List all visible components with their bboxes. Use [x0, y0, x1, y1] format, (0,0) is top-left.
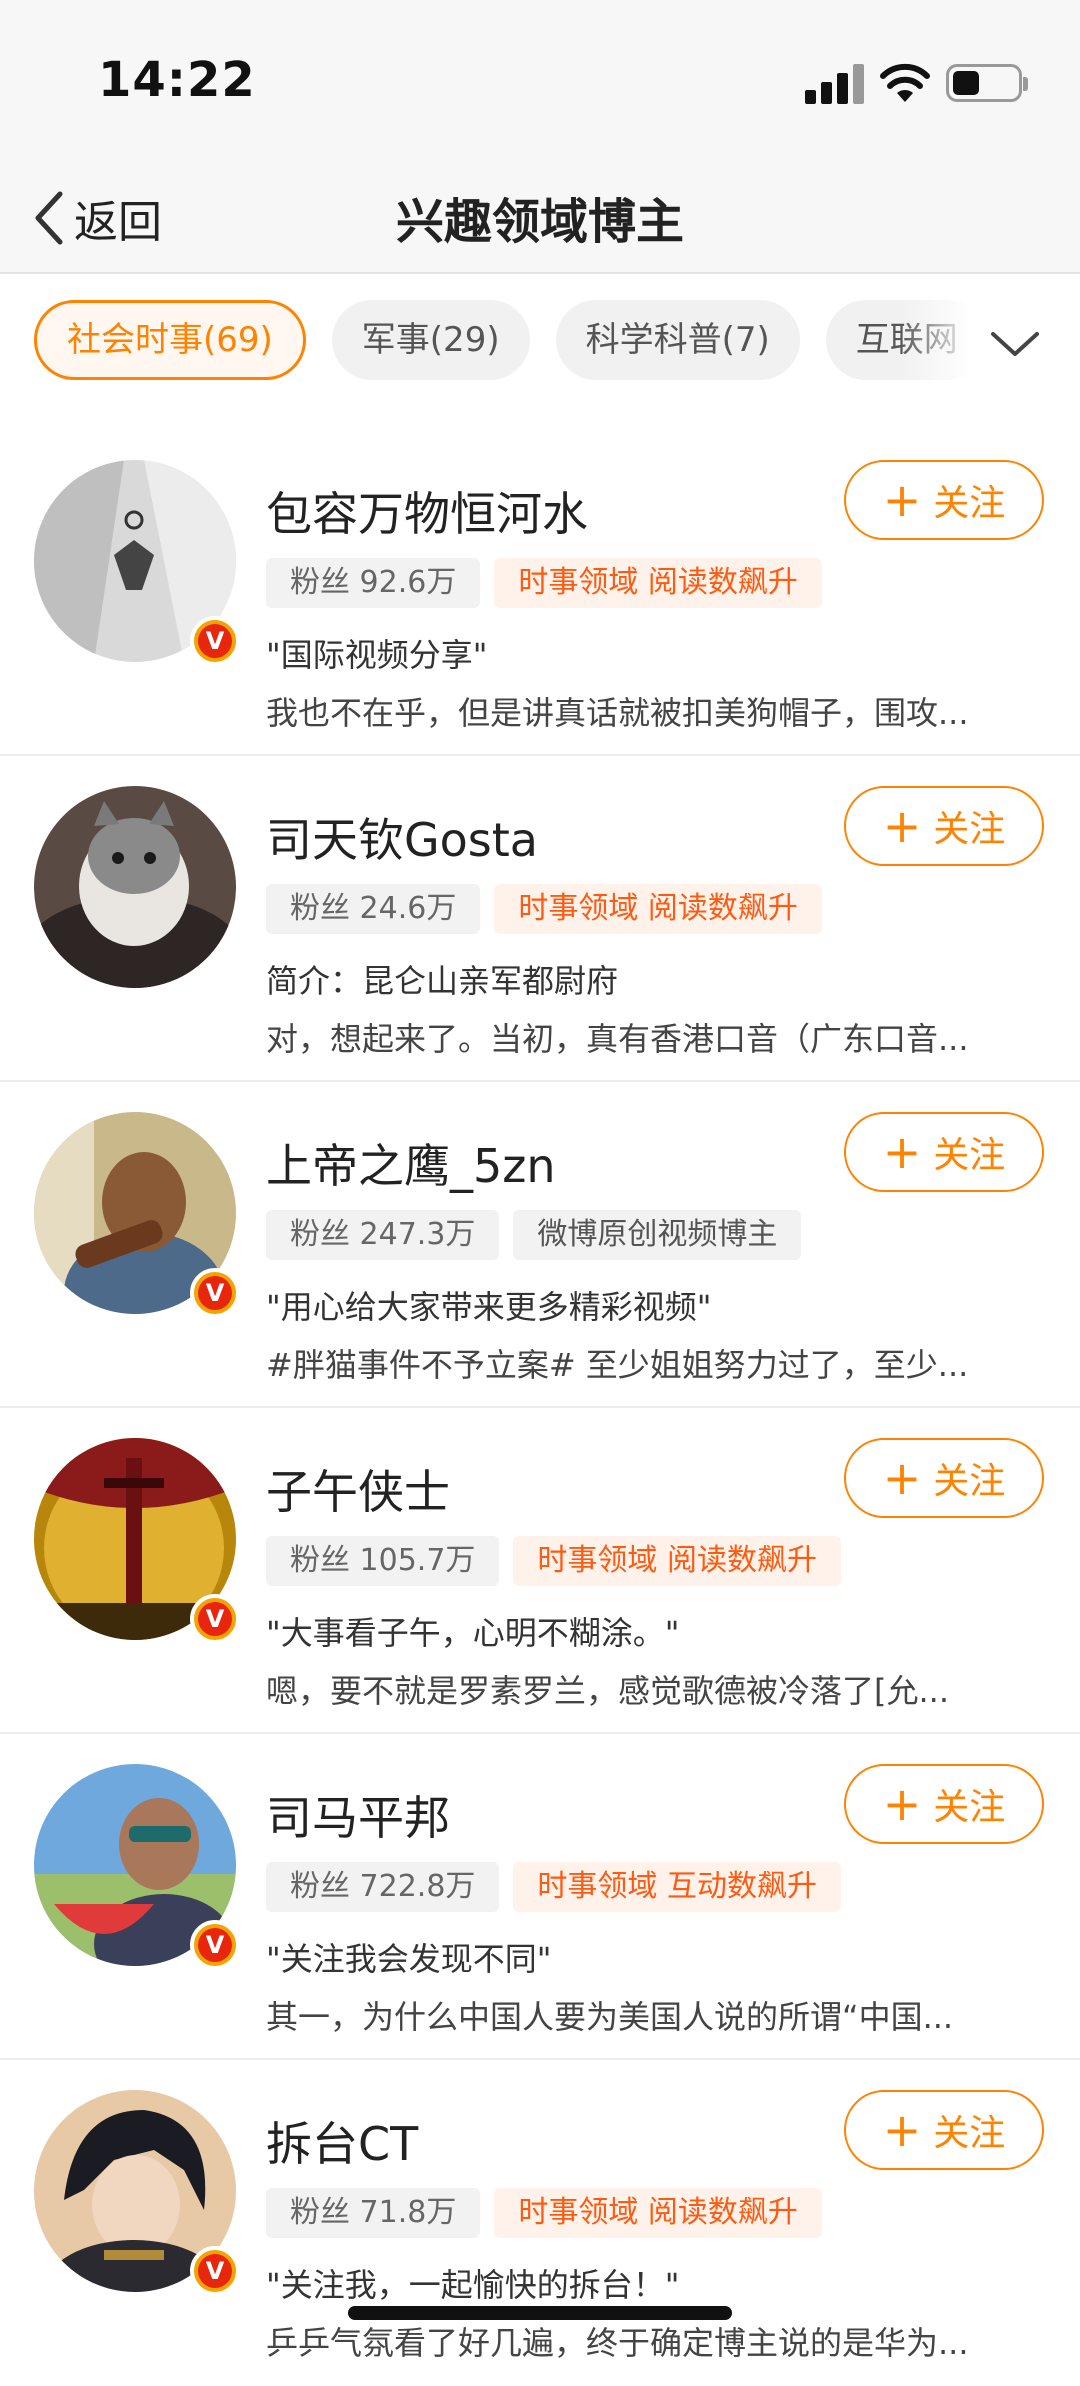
user-tags: 粉丝 105.7万 时事领域 阅读数飙升 — [266, 1536, 855, 1586]
user-bio: 简介：昆仑山亲军都尉府 — [266, 962, 619, 1000]
user-name[interactable]: 包容万物恒河水 — [266, 478, 588, 544]
filter-chip-science[interactable]: 科学科普(7) — [555, 300, 800, 380]
user-tags: 粉丝 247.3万 微博原创视频博主 — [266, 1210, 815, 1260]
latest-post-preview[interactable]: 对，想起来了。当初，真有香港口音（广东口音... — [266, 1014, 1046, 1060]
follow-label: 关注 — [933, 1135, 1006, 1176]
filter-chip-list: 社会时事(69)军事(29)科学科普(7)互联网 — [34, 300, 970, 384]
follow-button[interactable]: + 关注 — [844, 786, 1044, 866]
follow-label: 关注 — [933, 483, 1006, 524]
user-tags: 粉丝 722.8万 时事领域 互动数飙升 — [266, 1862, 855, 1912]
plus-icon: + — [882, 1451, 922, 1505]
user-bio: "国际视频分享" — [266, 636, 488, 674]
list-item[interactable]: V 拆台CT + 关注 粉丝 71.8万 时事领域 阅读数飙升 "关注我，一起愉快… — [0, 2060, 1080, 2386]
verified-badge-icon: V — [190, 2246, 240, 2296]
domain-tag: 时事领域 阅读数飙升 — [513, 1536, 841, 1586]
latest-post-preview[interactable]: 嗯，要不就是罗素罗兰，感觉歌德被冷落了[允... — [266, 1666, 1046, 1712]
wifi-icon — [880, 63, 930, 102]
fans-count-tag: 粉丝 105.7万 — [266, 1536, 500, 1586]
user-bio: "大事看子午，心明不糊涂。" — [266, 1614, 680, 1652]
home-indicator[interactable] — [348, 2306, 732, 2320]
fans-count-tag: 粉丝 71.8万 — [266, 2188, 481, 2238]
list-item[interactable]: V 上帝之鹰_5zn + 关注 粉丝 247.3万 微博原创视频博主 "用心给大家… — [0, 1082, 1080, 1408]
user-name[interactable]: 司马平邦 — [266, 1782, 450, 1848]
fans-count-tag: 粉丝 24.6万 — [266, 884, 481, 934]
plus-icon: + — [882, 1125, 922, 1179]
list-item[interactable]: V 司马平邦 + 关注 粉丝 722.8万 时事领域 互动数飙升 "关注我会发现不… — [0, 1734, 1080, 2060]
domain-tag: 时事领域 阅读数飙升 — [494, 558, 822, 608]
list-item[interactable]: V 子午侠士 + 关注 粉丝 105.7万 时事领域 阅读数飙升 "大事看子午，心… — [0, 1408, 1080, 1734]
user-tags: 粉丝 24.6万 时事领域 阅读数飙升 — [266, 884, 836, 934]
latest-post-preview[interactable]: 其一，为什么中国人要为美国人说的所谓“中国... — [266, 1992, 1046, 2038]
list-item[interactable]: 司天钦Gosta + 关注 粉丝 24.6万 时事领域 阅读数飙升 简介：昆仑山亲… — [0, 756, 1080, 1082]
follow-label: 关注 — [933, 1787, 1006, 1828]
user-bio: "关注我会发现不同" — [266, 1940, 552, 1978]
user-bio: "用心给大家带来更多精彩视频" — [266, 1288, 712, 1326]
avatar[interactable] — [34, 786, 236, 988]
domain-tag: 时事领域 互动数飙升 — [513, 1862, 841, 1912]
domain-tag: 时事领域 阅读数飙升 — [494, 2188, 822, 2238]
fans-count-tag: 粉丝 247.3万 — [266, 1210, 500, 1260]
follow-button[interactable]: + 关注 — [844, 2090, 1044, 2170]
user-name[interactable]: 拆台CT — [266, 2108, 418, 2174]
status-bar: 14:22 — [0, 0, 1080, 160]
chevron-down-icon[interactable] — [985, 314, 1045, 374]
follow-button[interactable]: + 关注 — [844, 1438, 1044, 1518]
verified-badge-icon: V — [190, 1268, 240, 1318]
plus-icon: + — [882, 2103, 922, 2157]
verified-badge-icon: V — [190, 1920, 240, 1970]
fans-count-tag: 粉丝 92.6万 — [266, 558, 481, 608]
navigation-bar: 返回 兴趣领域博主 — [0, 160, 1080, 274]
verified-badge-icon: V — [190, 1594, 240, 1644]
chip-fade-overlay — [900, 300, 975, 384]
list-item[interactable]: V 包容万物恒河水 + 关注 粉丝 92.6万 时事领域 阅读数飙升 "国际视频分… — [0, 430, 1080, 756]
user-tags: 粉丝 71.8万 时事领域 阅读数飙升 — [266, 2188, 836, 2238]
battery-icon — [946, 64, 1028, 102]
fans-count-tag: 粉丝 722.8万 — [266, 1862, 500, 1912]
user-name[interactable]: 上帝之鹰_5zn — [266, 1130, 556, 1196]
creator-tag: 微博原创视频博主 — [513, 1210, 802, 1260]
follow-button[interactable]: + 关注 — [844, 460, 1044, 540]
cellular-signal-icon — [805, 64, 867, 104]
filter-chip-military[interactable]: 军事(29) — [331, 300, 530, 380]
follow-label: 关注 — [933, 2113, 1006, 2154]
follow-button[interactable]: + 关注 — [844, 1764, 1044, 1844]
user-tags: 粉丝 92.6万 时事领域 阅读数飙升 — [266, 558, 836, 608]
domain-tag: 时事领域 阅读数飙升 — [494, 884, 822, 934]
blogger-list: V 包容万物恒河水 + 关注 粉丝 92.6万 时事领域 阅读数飙升 "国际视频分… — [0, 430, 1080, 2386]
page-title: 兴趣领域博主 — [395, 194, 684, 250]
user-name[interactable]: 司天钦Gosta — [266, 804, 538, 870]
verified-badge-icon: V — [190, 616, 240, 666]
follow-label: 关注 — [933, 1461, 1006, 1502]
status-time: 14:22 — [98, 52, 256, 108]
plus-icon: + — [882, 1777, 922, 1831]
follow-button[interactable]: + 关注 — [844, 1112, 1044, 1192]
latest-post-preview[interactable]: 我也不在乎，但是讲真话就被扣美狗帽子，围攻... — [266, 688, 1046, 734]
plus-icon: + — [882, 473, 922, 527]
filter-chip-social-news[interactable]: 社会时事(69) — [34, 300, 306, 380]
latest-post-preview[interactable]: #胖猫事件不予立案# 至少姐姐努力过了，至少... — [266, 1340, 1046, 1386]
latest-post-preview[interactable]: 乒乒气氛看了好几遍，终于确定博主说的是华为... — [266, 2318, 1046, 2364]
user-bio: "关注我，一起愉快的拆台！" — [266, 2266, 680, 2304]
follow-label: 关注 — [933, 809, 1006, 850]
user-name[interactable]: 子午侠士 — [266, 1456, 450, 1522]
plus-icon: + — [882, 799, 922, 853]
category-filter-bar: 社会时事(69)军事(29)科学科普(7)互联网 — [0, 274, 1080, 406]
